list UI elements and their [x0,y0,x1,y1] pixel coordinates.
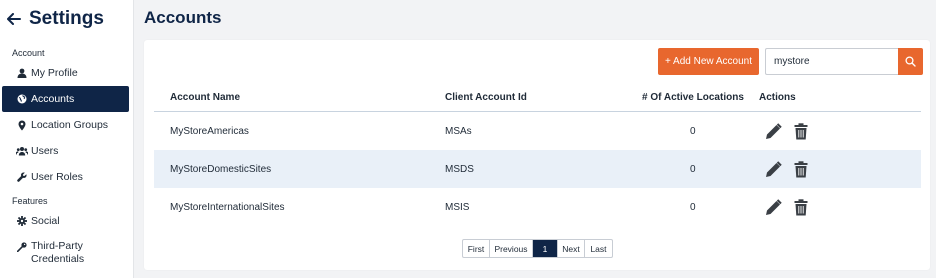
pagination-next-button[interactable]: Next [558,240,585,257]
sidebar-title: Settings [29,8,104,29]
sidebar-item-label: Location Groups [31,119,109,131]
column-header-client-account-id[interactable]: Client Account Id [445,92,527,103]
client-id-cell: MSIS [445,202,470,213]
sidebar-item-social[interactable]: Social [0,208,133,234]
sidebar-section-account: Account [12,48,45,58]
pagination: First Previous 1 Next Last [462,239,613,258]
pagination-previous-button[interactable]: Previous [490,240,533,257]
sidebar-item-label: Third-Party Credentials [31,240,85,265]
page-title: Accounts [144,8,222,27]
edit-pencil-icon[interactable] [764,198,782,216]
sidebar-item-location-groups[interactable]: Location Groups [0,112,133,138]
user-icon [16,67,28,79]
client-id-cell: MSAs [445,126,472,137]
client-id-cell: MSDS [445,164,474,175]
delete-trash-icon[interactable] [792,122,810,140]
wrench-icon [16,171,28,183]
table-header: Account Name Client Account Id # Of Acti… [154,86,921,112]
back-arrow-icon[interactable] [6,11,22,27]
sidebar-item-label: Users [31,145,59,157]
add-new-account-button[interactable]: + Add New Account [658,48,759,75]
actions-cell [764,122,810,140]
account-name-cell: MyStoreInternationalSites [170,202,285,213]
edit-pencil-icon[interactable] [764,122,782,140]
pagination-last-button[interactable]: Last [585,240,612,257]
sidebar-item-label: My Profile [31,67,78,79]
active-locations-cell: 0 [690,164,696,175]
account-name-cell: MyStoreAmericas [170,126,249,137]
active-locations-cell: 0 [690,202,696,213]
sidebar-item-label: Social [31,215,60,227]
table-row: MyStoreDomesticSites MSDS 0 [154,150,921,188]
map-pin-icon [16,119,28,131]
column-header-actions: Actions [759,92,796,103]
sidebar-item-users[interactable]: Users [0,138,133,164]
search-icon[interactable] [898,48,923,75]
delete-trash-icon[interactable] [792,198,810,216]
sidebar: Settings Account My Profile Accounts Loc… [0,0,134,278]
column-header-active-locations[interactable]: # Of Active Locations [642,92,744,103]
pagination-first-button[interactable]: First [463,240,490,257]
gear-icon [16,215,28,227]
sidebar-section-features: Features [12,196,48,206]
actions-cell [764,160,810,178]
sidebar-item-label: User Roles [31,171,83,183]
search-box [765,48,923,75]
account-name-cell: MyStoreDomesticSites [170,164,272,175]
table-row: MyStoreAmericas MSAs 0 [154,112,921,150]
delete-trash-icon[interactable] [792,160,810,178]
globe-icon [16,93,28,105]
active-locations-cell: 0 [690,126,696,137]
users-icon [16,145,28,157]
sidebar-header: Settings [0,0,133,38]
edit-pencil-icon[interactable] [764,160,782,178]
table-row: MyStoreInternationalSites MSIS 0 [154,188,921,226]
pagination-page-1[interactable]: 1 [533,240,558,257]
actions-cell [764,198,810,216]
column-header-account-name[interactable]: Account Name [170,92,240,103]
accounts-card: + Add New Account Account Name Client Ac… [144,40,930,270]
search-input[interactable] [765,48,898,75]
sidebar-item-my-profile[interactable]: My Profile [0,60,133,86]
sidebar-item-user-roles[interactable]: User Roles [0,164,133,190]
sidebar-item-accounts[interactable]: Accounts [2,86,129,112]
sidebar-item-label: Accounts [31,93,75,105]
sidebar-item-third-party-credentials[interactable]: Third-Party Credentials [0,234,133,266]
